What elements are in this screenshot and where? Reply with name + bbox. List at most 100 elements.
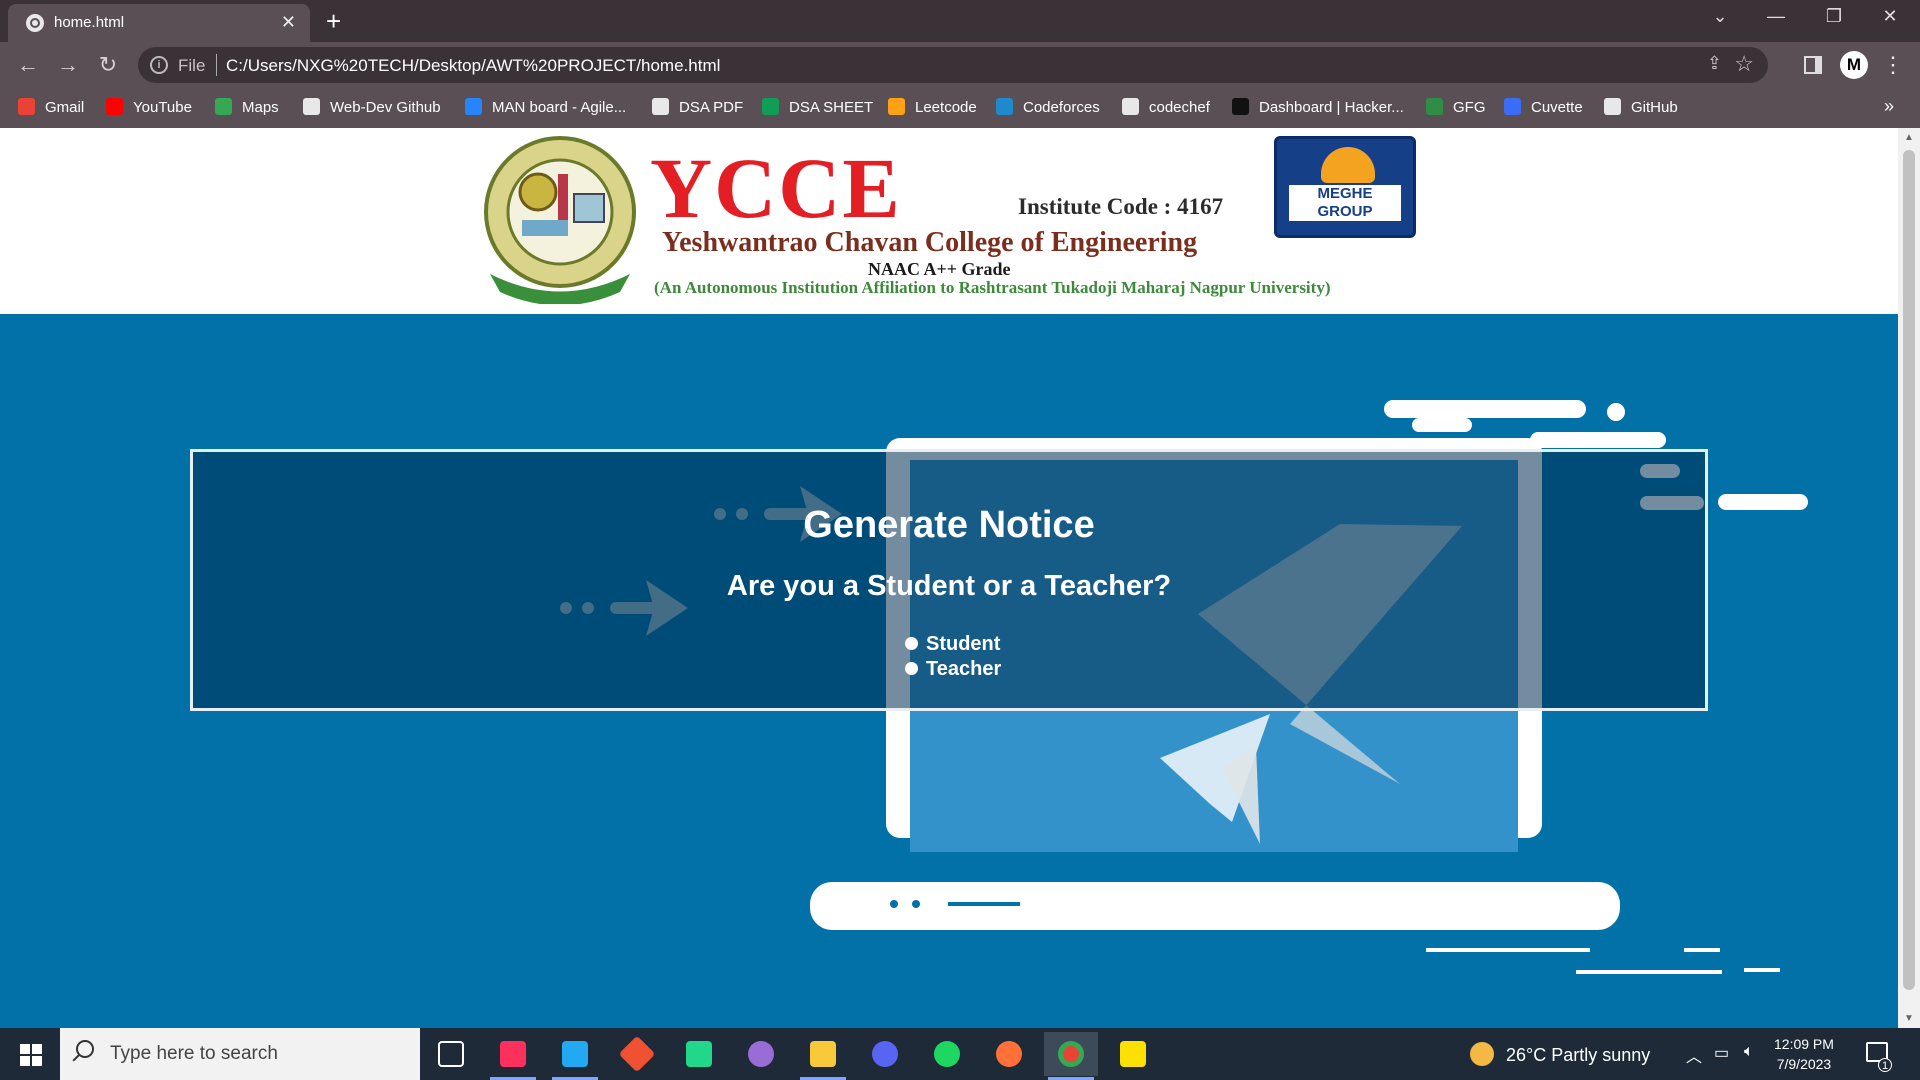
github-desktop-icon	[748, 1041, 774, 1067]
system-clock[interactable]: 12:09 PM 7/9/2023	[1774, 1034, 1834, 1074]
minimize-button[interactable]: —	[1756, 6, 1796, 27]
maps-icon	[215, 98, 232, 115]
start-button[interactable]	[0, 1028, 60, 1080]
meghe-group-logo: MEGHE GROUP	[1274, 136, 1416, 238]
hackerrank-icon	[1232, 98, 1249, 115]
scrollbar-thumb[interactable]	[1903, 150, 1915, 990]
task-view-button[interactable]	[424, 1032, 478, 1076]
bookmark-star-icon[interactable]: ☆	[1734, 51, 1754, 77]
college-header-banner: YCCE Institute Code : 4167 Yeshwantrao C…	[0, 128, 1898, 314]
battery-icon[interactable]: ▭	[1714, 1043, 1729, 1063]
taskbar-search-placeholder: Type here to search	[110, 1043, 278, 1064]
intellij-icon	[500, 1041, 526, 1067]
discord-icon	[872, 1041, 898, 1067]
close-tab-icon[interactable]: ✕	[281, 12, 296, 33]
generate-notice-panel: Generate Notice Are you a Student or a T…	[190, 449, 1708, 711]
spotify-app[interactable]	[920, 1032, 974, 1076]
weather-widget[interactable]: 26°C Partly sunny	[1470, 1042, 1650, 1066]
meghe-logo-text: MEGHE GROUP	[1289, 185, 1401, 221]
bookmark-maps[interactable]: Maps	[215, 98, 279, 116]
chrome-app[interactable]	[1044, 1032, 1098, 1080]
role-question: Are you a Student or a Teacher?	[726, 570, 1172, 602]
college-name: Yeshwantrao Chavan College of Engineerin…	[662, 227, 1198, 258]
address-url[interactable]: C:/Users/NXG%20TECH/Desktop/AWT%20PROJEC…	[226, 56, 720, 76]
intellij-app[interactable]	[486, 1032, 540, 1080]
task-view-icon	[438, 1041, 464, 1067]
student-radio-label: Student	[926, 633, 1001, 655]
new-tab-button[interactable]: +	[326, 6, 341, 37]
teacher-radio-option[interactable]: Teacher	[905, 658, 1001, 681]
share-icon[interactable]: ⇪	[1707, 53, 1722, 74]
bookmark-github[interactable]: GitHub	[1604, 98, 1678, 116]
reload-button[interactable]: ↻	[94, 51, 122, 79]
address-bar[interactable]: i File C:/Users/NXG%20TECH/Desktop/AWT%2…	[138, 47, 1768, 83]
github-icon	[303, 98, 320, 115]
bookmark-youtube[interactable]: YouTube	[106, 98, 192, 116]
tab-title: home.html	[54, 14, 125, 31]
tab-strip: home.html ✕ + ⌄ — ❐ ✕	[0, 0, 1920, 42]
teacher-radio-label: Teacher	[926, 658, 1002, 680]
bookmark-cuvette[interactable]: Cuvette	[1504, 98, 1583, 116]
windows-logo-icon	[20, 1044, 30, 1054]
bookmarks-overflow-button[interactable]: »	[1884, 96, 1894, 117]
scroll-up-arrow-icon[interactable]: ▲	[1904, 132, 1914, 143]
kebab-menu-icon[interactable]: ⋮	[1882, 52, 1904, 78]
side-panel-icon[interactable]	[1804, 56, 1822, 74]
gfg-icon	[1426, 98, 1443, 115]
affiliation-text: (An Autonomous Institution Affiliation t…	[654, 278, 1331, 297]
git-gui-app[interactable]	[610, 1032, 664, 1076]
show-hidden-icons-chevron-icon[interactable]: ︿	[1686, 1043, 1702, 1067]
page-scrollbar[interactable]: ▲ ▼	[1898, 128, 1920, 1028]
browser-tab[interactable]: home.html ✕	[8, 4, 310, 42]
codechef-icon	[1122, 98, 1139, 115]
file-explorer-app[interactable]	[796, 1032, 850, 1080]
bookmark-hackerrank[interactable]: Dashboard | Hacker...	[1232, 98, 1404, 116]
scroll-down-arrow-icon[interactable]: ▼	[1904, 1013, 1914, 1024]
firefox-icon	[996, 1041, 1022, 1067]
spotify-icon	[934, 1041, 960, 1067]
sticky-notes-app[interactable]	[1106, 1032, 1160, 1076]
bookmark-gmail[interactable]: Gmail	[18, 98, 84, 116]
profile-avatar[interactable]: M	[1840, 51, 1868, 79]
college-logo-text: YCCE	[650, 140, 902, 236]
browser-toolbar: ← → ↻ i File C:/Users/NXG%20TECH/Desktop…	[0, 42, 1920, 88]
cuvette-icon	[1504, 98, 1521, 115]
vscode-app[interactable]	[548, 1032, 602, 1080]
jira-icon	[465, 98, 482, 115]
bookmark-man-board[interactable]: MAN board - Agile...	[465, 98, 626, 116]
bookmark-leetcode[interactable]: Leetcode	[888, 98, 977, 116]
student-radio-button[interactable]	[905, 637, 918, 650]
globe-icon	[26, 14, 44, 32]
bookmark-gfg[interactable]: GFG	[1426, 98, 1486, 116]
github-icon	[1604, 98, 1621, 115]
teacher-radio-button[interactable]	[905, 662, 918, 675]
bookmark-dsa-sheet[interactable]: DSA SHEET	[762, 98, 873, 116]
main-content: Generate Notice Are you a Student or a T…	[0, 314, 1898, 1028]
student-radio-option[interactable]: Student	[905, 633, 1000, 656]
address-divider	[216, 54, 217, 76]
volume-icon[interactable]: 🔈︎	[1744, 1043, 1754, 1061]
firefox-app[interactable]	[982, 1032, 1036, 1076]
close-window-button[interactable]: ✕	[1870, 6, 1910, 27]
restore-button[interactable]: ❐	[1814, 6, 1854, 27]
pycharm-icon	[686, 1041, 712, 1067]
discord-app[interactable]	[858, 1032, 912, 1076]
sheets-icon	[762, 98, 779, 115]
youtube-icon	[106, 98, 123, 115]
github-desktop-app[interactable]	[734, 1032, 788, 1076]
bookmark-dsa-pdf[interactable]: DSA PDF	[652, 98, 743, 116]
sticky-notes-icon	[1120, 1041, 1146, 1067]
back-button[interactable]: ←	[14, 51, 42, 79]
naac-grade: NAAC A++ Grade	[868, 259, 1011, 279]
forward-button[interactable]: →	[54, 51, 82, 79]
pycharm-app[interactable]	[672, 1032, 726, 1076]
clock-date: 7/9/2023	[1776, 1056, 1832, 1072]
codeforces-icon	[996, 98, 1013, 115]
info-icon[interactable]: i	[150, 56, 168, 74]
bookmark-codechef[interactable]: codechef	[1122, 98, 1210, 116]
bookmarks-bar: Gmail YouTube Maps Web-Dev Github MAN bo…	[0, 88, 1920, 128]
tab-search-icon[interactable]: ⌄	[1700, 6, 1740, 27]
bookmark-codeforces[interactable]: Codeforces	[996, 98, 1100, 116]
bookmark-web-dev-github[interactable]: Web-Dev Github	[303, 98, 441, 116]
taskbar-search-box[interactable]: Type here to search	[60, 1028, 420, 1080]
